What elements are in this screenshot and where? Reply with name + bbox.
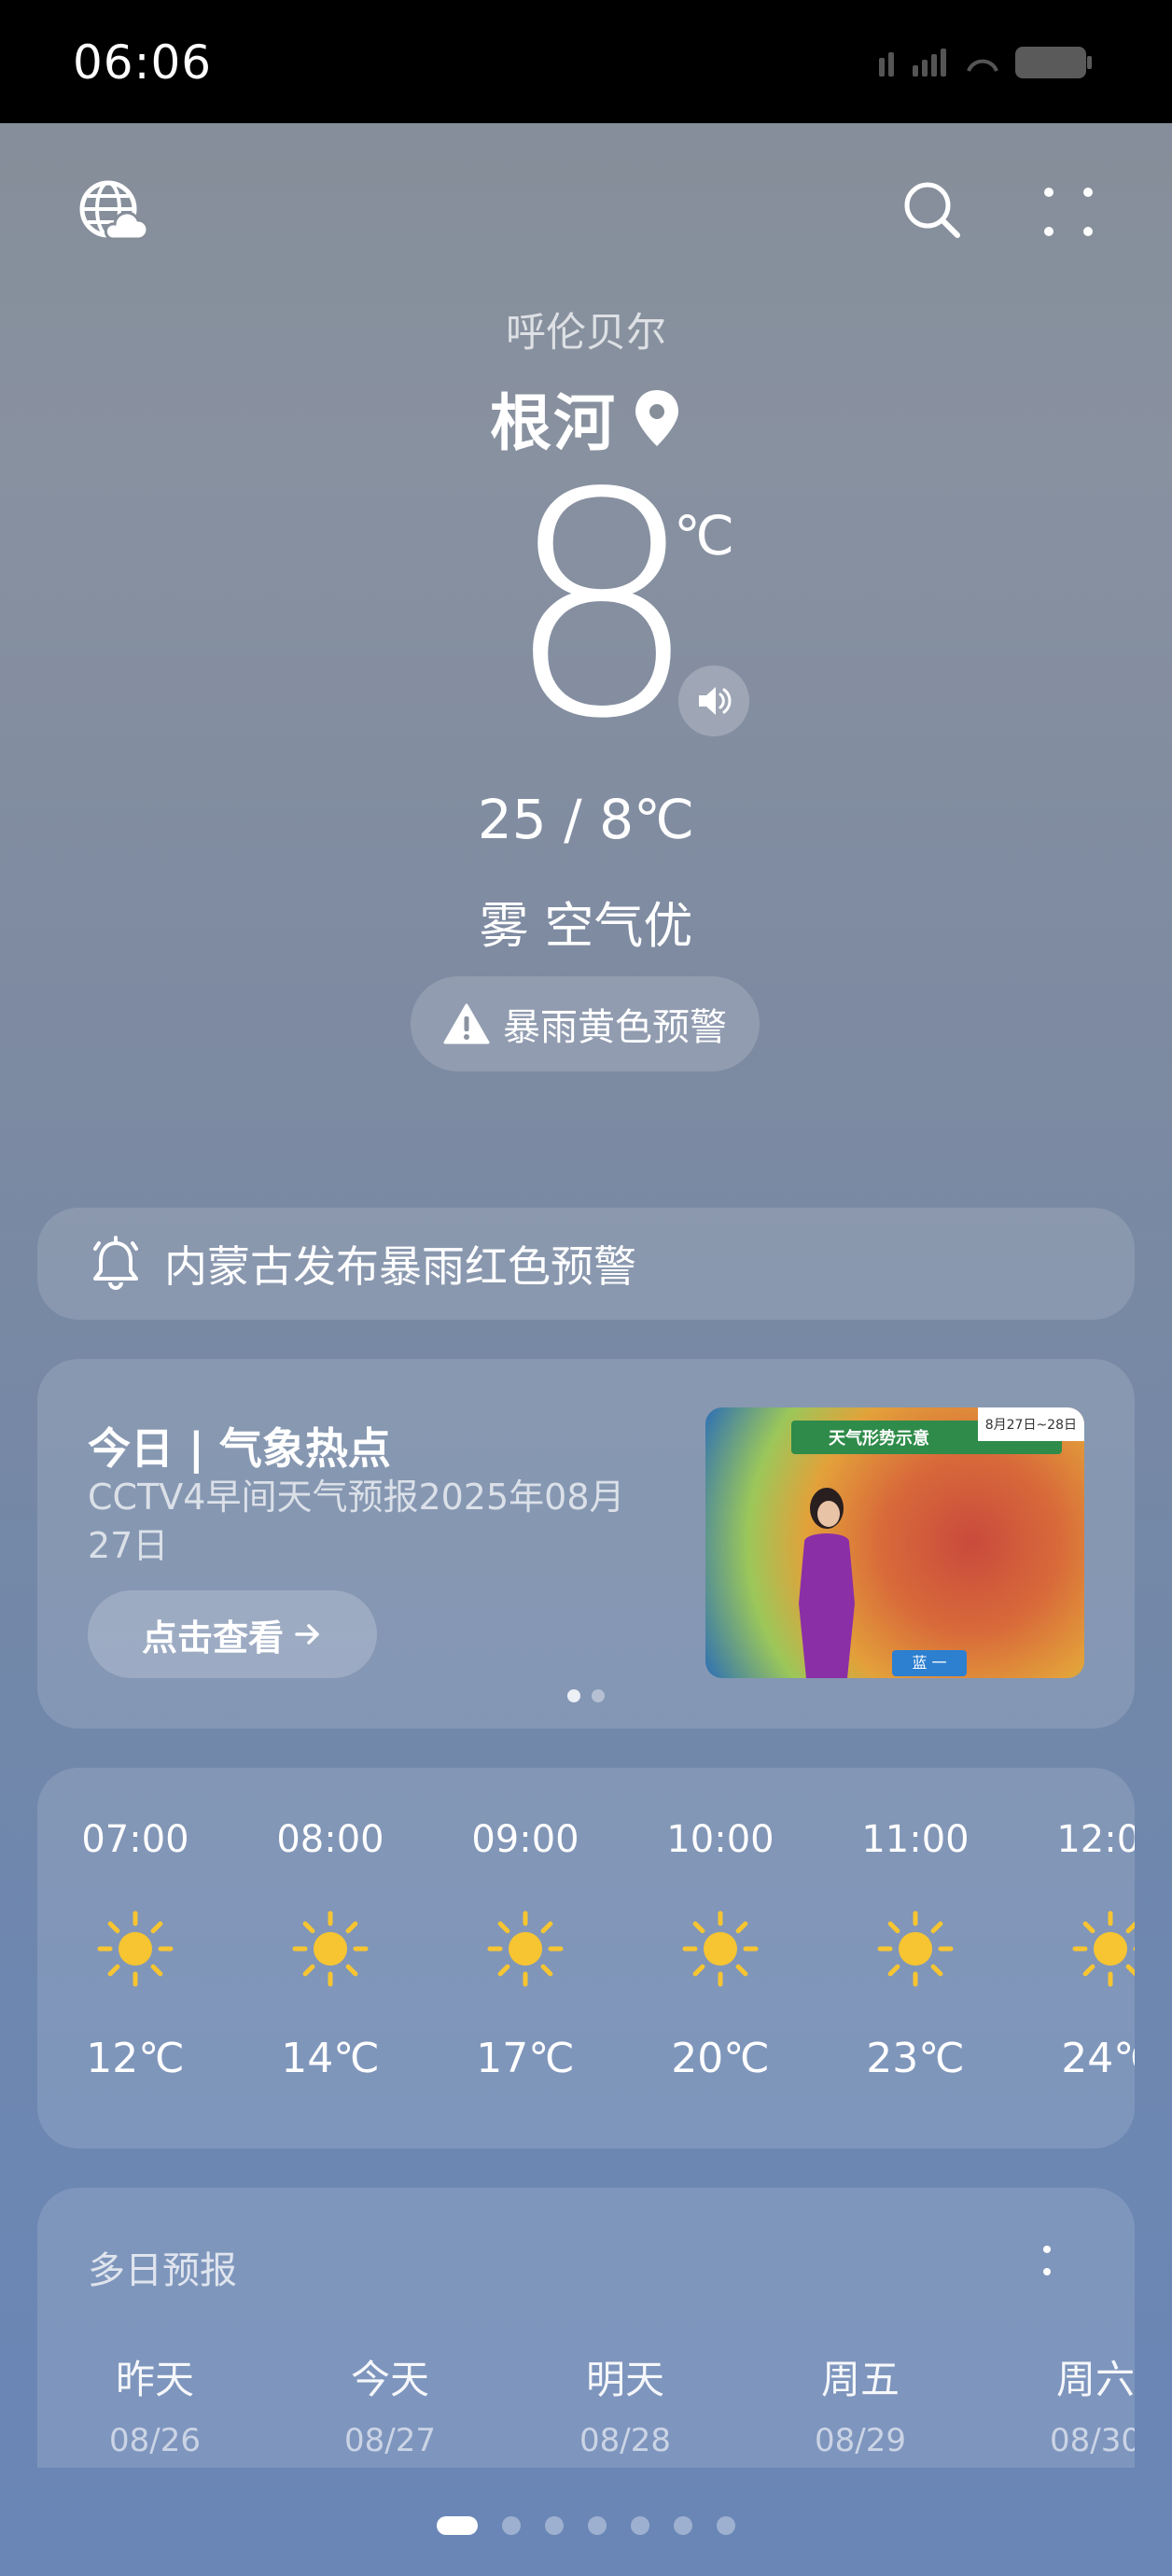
signal-icon (879, 49, 998, 77)
hourly-item: 08:00 14℃ (232, 1768, 428, 2149)
hourly-item: 11:00 23℃ (817, 1768, 1013, 2149)
hourly-temperature: 20℃ (671, 2035, 770, 2082)
hourly-time: 07:00 (81, 1818, 189, 1861)
presenter-figure (799, 1488, 855, 1678)
status-time: 06:06 (73, 35, 213, 90)
warning-icon (443, 1003, 490, 1044)
hourly-temperature: 23℃ (866, 2035, 965, 2082)
sun-icon (679, 1908, 761, 1990)
day-date: 08/26 (109, 2422, 201, 2459)
hourly-time: 10:00 (666, 1818, 774, 1861)
voice-broadcast-button[interactable] (678, 665, 749, 736)
region-name: 呼伦贝尔 (506, 310, 666, 357)
day-name: 昨天 (115, 2357, 194, 2402)
day-date: 08/27 (344, 2422, 436, 2459)
carousel-indicator (567, 1689, 605, 1702)
status-bar: 06:06 (0, 0, 1172, 123)
battery-icon (1015, 47, 1092, 78)
day-date: 08/30 (1050, 2422, 1135, 2459)
sun-icon (289, 1908, 371, 1990)
thumbnail-title: 天气形势示意 (829, 1429, 929, 1449)
page-dot[interactable] (631, 2516, 649, 2535)
search-icon[interactable] (901, 179, 963, 241)
carousel-dot-active (567, 1689, 580, 1702)
bell-icon (93, 1236, 138, 1290)
more-vertical-icon[interactable] (1036, 2236, 1058, 2292)
day-date: 08/28 (579, 2422, 671, 2459)
sun-icon (484, 1908, 566, 1990)
day-item[interactable]: 周五 08/29 (767, 2348, 954, 2459)
hourly-forecast-card[interactable]: 07:00 12℃ 08:00 14℃ 09:00 17℃ 10:00 20℃ 11:00 23℃… (37, 1768, 1135, 2149)
sun-icon (1069, 1908, 1135, 1990)
sun-icon (874, 1908, 956, 1990)
view-button[interactable]: 点击查看 (88, 1590, 377, 1678)
weather-alert-badge[interactable]: 暴雨黄色预警 (411, 976, 760, 1071)
daily-forecast-card[interactable]: 多日预报 昨天 08/26 今天 08/27 明天 08/28 周五 08/29 周六 08/30 (37, 2188, 1135, 2468)
hourly-temperature: 17℃ (476, 2035, 575, 2082)
grid-menu-icon[interactable] (1038, 183, 1099, 245)
day-name: 周五 (820, 2357, 900, 2402)
carousel-dot (592, 1689, 605, 1702)
hourly-time: 12:00 (1056, 1818, 1135, 1861)
weather-hotspot-card[interactable]: 今日 | 气象热点 CCTV4早间天气预报2025年08月27日 点击查看 天气… (37, 1359, 1135, 1729)
arrow-right-icon (295, 1624, 319, 1645)
speaker-icon (699, 687, 732, 715)
page-dot[interactable] (674, 2516, 692, 2535)
thumbnail-date: 8月27日~28日 (977, 1407, 1084, 1441)
temperature-range: 25 / 8℃ (477, 788, 695, 851)
day-name: 周六 (1055, 2357, 1135, 2402)
day-name: 明天 (585, 2357, 664, 2402)
hourly-temperature: 14℃ (281, 2035, 380, 2082)
alert-notice-card[interactable]: 内蒙古发布暴雨红色预警 (37, 1208, 1135, 1320)
hourly-time: 11:00 (861, 1818, 970, 1861)
page-dot[interactable] (502, 2516, 521, 2535)
current-temperature: 8 (504, 427, 700, 786)
video-thumbnail[interactable]: 天气形势示意 8月27日~28日 蓝 一 (705, 1407, 1084, 1678)
page-dot-active[interactable] (437, 2516, 478, 2535)
day-date: 08/29 (815, 2422, 906, 2459)
day-item[interactable]: 昨天 08/26 (62, 2348, 248, 2459)
page-dot[interactable] (717, 2516, 735, 2535)
page-indicator (0, 2516, 1172, 2535)
hourly-time: 08:00 (276, 1818, 384, 1861)
thumbnail-caption: 蓝 一 (892, 1650, 967, 1676)
globe-cloud-icon[interactable] (77, 177, 147, 248)
hourly-item: 12:00 24℃ (1012, 1768, 1135, 2149)
day-item[interactable]: 今天 08/27 (297, 2348, 483, 2459)
hourly-temperature: 12℃ (86, 2035, 185, 2082)
day-item[interactable]: 周六 08/30 (1002, 2348, 1135, 2459)
hotspot-title: 今日 | 气象热点 (88, 1423, 391, 1474)
hourly-temperature: 24℃ (1061, 2035, 1135, 2082)
hotspot-subtitle: CCTV4早间天气预报2025年08月27日 (88, 1477, 625, 1566)
weather-condition: 雾 空气优 (479, 898, 693, 955)
hourly-time: 09:00 (471, 1818, 579, 1861)
temperature-unit: ℃ (674, 504, 735, 567)
sun-icon (94, 1908, 176, 1990)
page-dot[interactable] (545, 2516, 564, 2535)
notice-text: 内蒙古发布暴雨红色预警 (164, 1241, 636, 1292)
hourly-item: 09:00 17℃ (427, 1768, 623, 2149)
forecast-title: 多日预报 (88, 2249, 237, 2292)
day-name: 今天 (350, 2357, 429, 2402)
page-dot[interactable] (588, 2516, 607, 2535)
hourly-item: 07:00 12℃ (37, 1768, 233, 2149)
view-button-label: 点击查看 (141, 1617, 284, 1659)
hourly-item: 10:00 20℃ (622, 1768, 818, 2149)
hourly-list[interactable]: 07:00 12℃ 08:00 14℃ 09:00 17℃ 10:00 20℃ 11:00 23℃… (37, 1768, 1135, 2149)
day-item[interactable]: 明天 08/28 (532, 2348, 719, 2459)
alert-text: 暴雨黄色预警 (503, 1006, 727, 1049)
